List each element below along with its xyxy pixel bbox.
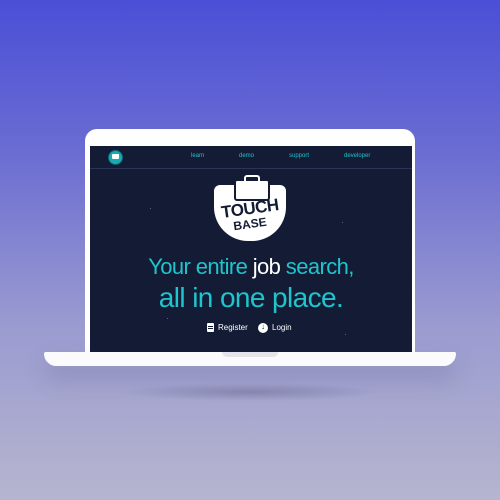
laptop-notch — [222, 352, 278, 357]
hero-headline-line2: all in one place. — [158, 282, 344, 313]
register-label: Register — [218, 323, 248, 332]
star-dot — [345, 334, 346, 335]
headline-highlight: job — [252, 254, 281, 279]
nav-link-demo[interactable]: demo — [239, 153, 254, 159]
laptop-screen: learn demo support developer TOUCH BASE … — [90, 146, 412, 352]
nav-link-support[interactable]: support — [289, 153, 309, 159]
clipboard-icon — [207, 323, 214, 332]
laptop-shadow — [120, 383, 380, 401]
top-nav: learn demo support developer — [90, 146, 412, 169]
brand-logo: TOUCH BASE — [214, 175, 286, 243]
nav-link-developer[interactable]: developer — [344, 153, 370, 159]
login-label: Login — [272, 323, 292, 332]
headline-text: search, — [280, 254, 355, 279]
star-dot — [167, 318, 168, 319]
star-dot — [150, 208, 151, 209]
star-dot — [342, 222, 343, 223]
nav-link-learn[interactable]: learn — [191, 153, 204, 159]
nav-logo-icon[interactable] — [108, 150, 123, 165]
login-button[interactable]: Login — [258, 322, 292, 333]
headline-text: Your entire — [148, 254, 253, 279]
register-button[interactable]: Register — [207, 322, 248, 333]
hero-headline-line1: Your entire job search, — [90, 254, 412, 280]
arrow-down-circle-icon — [258, 322, 268, 333]
